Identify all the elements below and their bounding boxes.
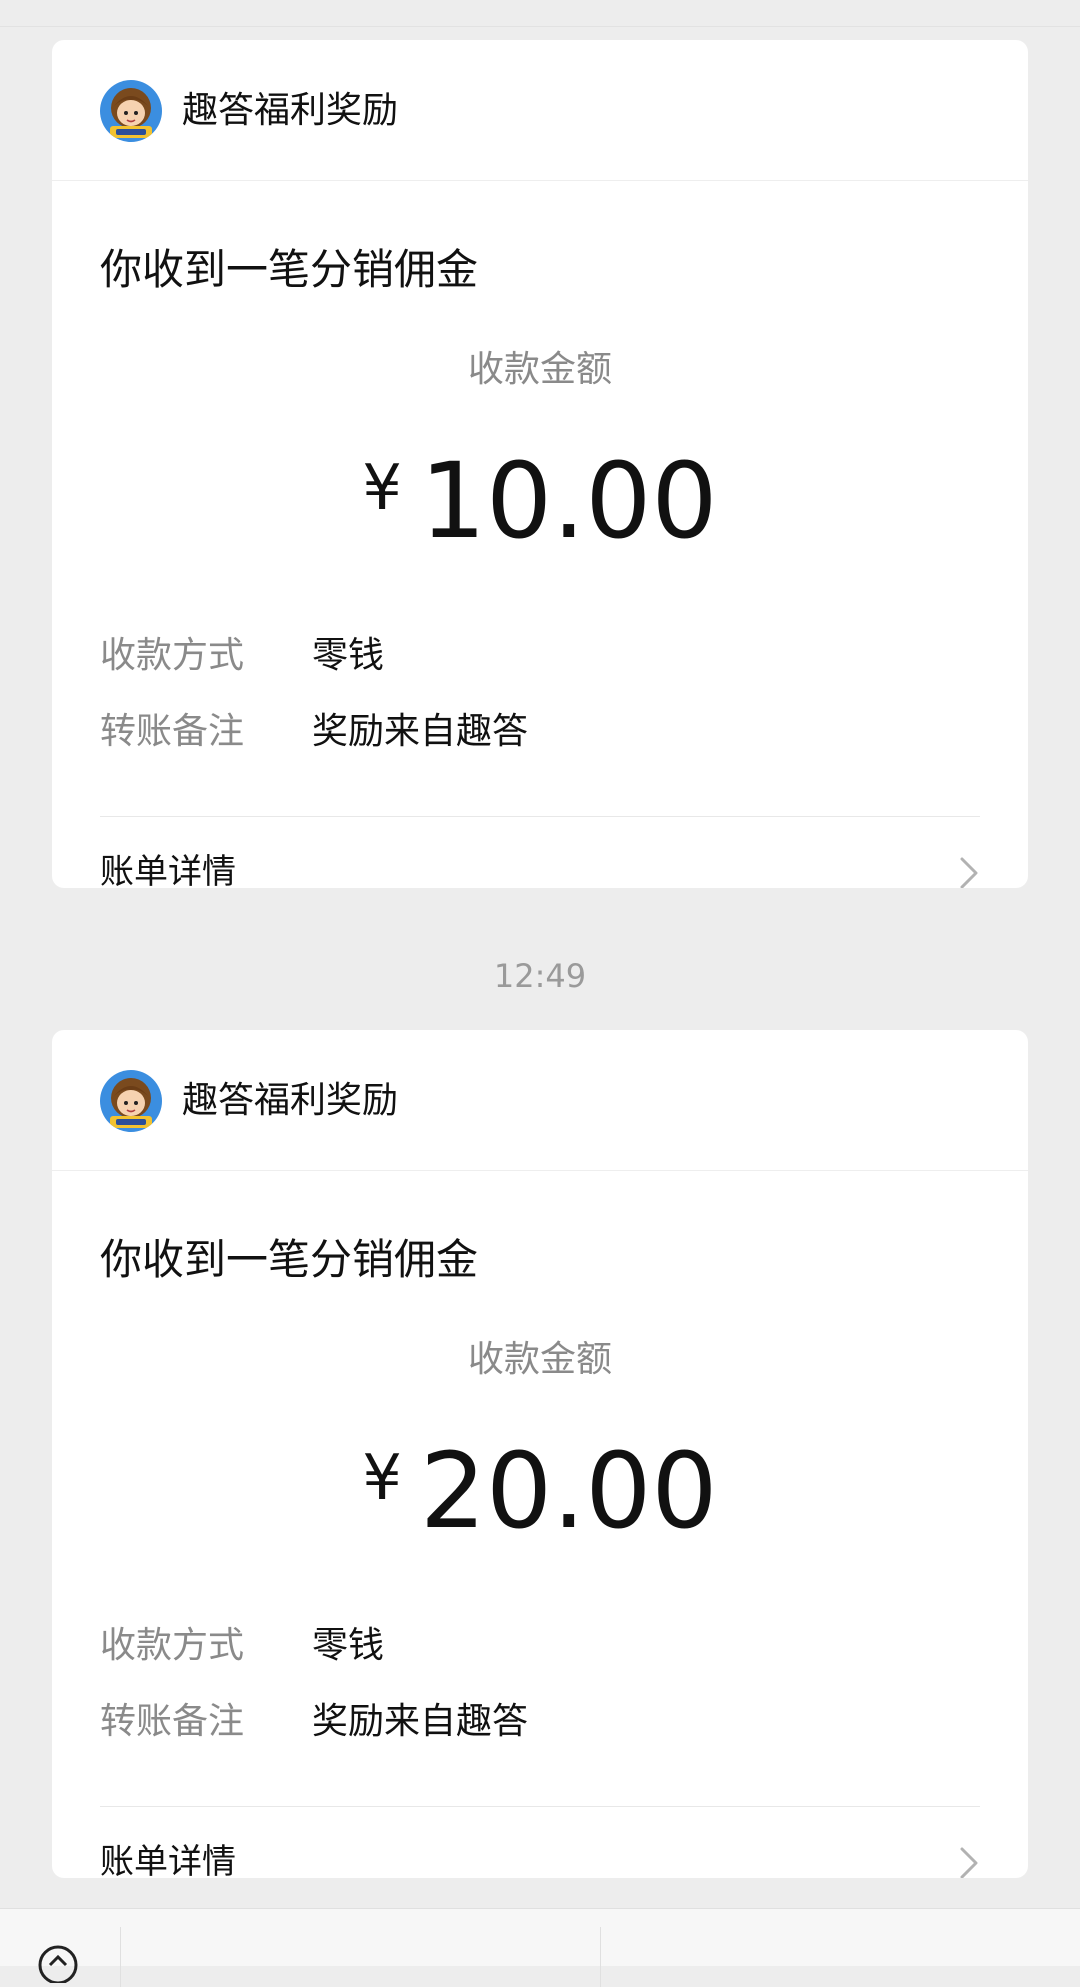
service-icon[interactable] (28, 1943, 88, 1985)
bottom-menu-bar (0, 1908, 1080, 1987)
bottom-menu-item[interactable] (121, 1939, 600, 1966)
card-header[interactable]: 趣答福利奖励 (52, 1030, 1028, 1171)
top-edge (0, 0, 1080, 27)
bill-details-link[interactable]: 账单详情 (52, 817, 1028, 888)
message-timestamp: 12:49 (493, 957, 587, 995)
cartoon-avatar-icon (100, 80, 162, 142)
transfer-note-label: 转账备注 (100, 1701, 245, 1742)
amount-label: 收款金额 (467, 349, 612, 390)
amount-label: 收款金额 (467, 1339, 612, 1380)
bill-details-label: 账单详情 (100, 852, 236, 888)
payment-method-label: 收款方式 (100, 1625, 245, 1666)
transfer-note-row: 转账备注 奖励来自趣答 (100, 1696, 528, 1748)
amount-value: 20.00 (419, 1430, 718, 1552)
transfer-note-row: 转账备注 奖励来自趣答 (100, 706, 528, 758)
sender-name: 趣答福利奖励 (182, 1080, 399, 1121)
amount-value: 10.00 (419, 440, 718, 562)
payment-method-row: 收款方式 零钱 (100, 630, 384, 682)
transfer-note-label: 转账备注 (100, 711, 245, 752)
cartoon-avatar-icon (100, 1070, 162, 1132)
payment-notification-card[interactable]: 趣答福利奖励 你收到一笔分销佣金 收款金额 ¥10.00 收款方式 零钱 转账备注… (52, 40, 1028, 888)
bill-details-label: 账单详情 (100, 1842, 236, 1878)
sender-name: 趣答福利奖励 (182, 90, 399, 131)
amount-display: ¥20.00 (52, 1418, 1028, 1551)
amount-display: ¥10.00 (52, 428, 1028, 561)
payment-method-label: 收款方式 (100, 635, 245, 676)
payment-method-value: 零钱 (312, 1625, 385, 1666)
notification-title: 你收到一笔分销佣金 (100, 1235, 479, 1284)
currency-symbol: ¥ (362, 451, 402, 524)
bill-details-link[interactable]: 账单详情 (52, 1807, 1028, 1878)
payment-notification-card[interactable]: 趣答福利奖励 你收到一笔分销佣金 收款金额 ¥20.00 收款方式 零钱 转账备注… (52, 1030, 1028, 1878)
payment-method-row: 收款方式 零钱 (100, 1620, 384, 1672)
chevron-right-icon (958, 1845, 980, 1878)
bottom-menu-item[interactable] (601, 1939, 1080, 1966)
transfer-note-value: 奖励来自趣答 (312, 711, 529, 752)
transfer-note-value: 奖励来自趣答 (312, 1701, 529, 1742)
currency-symbol: ¥ (362, 1441, 402, 1514)
payment-method-value: 零钱 (312, 635, 385, 676)
notification-title: 你收到一笔分销佣金 (100, 245, 479, 294)
card-header[interactable]: 趣答福利奖励 (52, 40, 1028, 181)
chevron-right-icon (958, 855, 980, 888)
